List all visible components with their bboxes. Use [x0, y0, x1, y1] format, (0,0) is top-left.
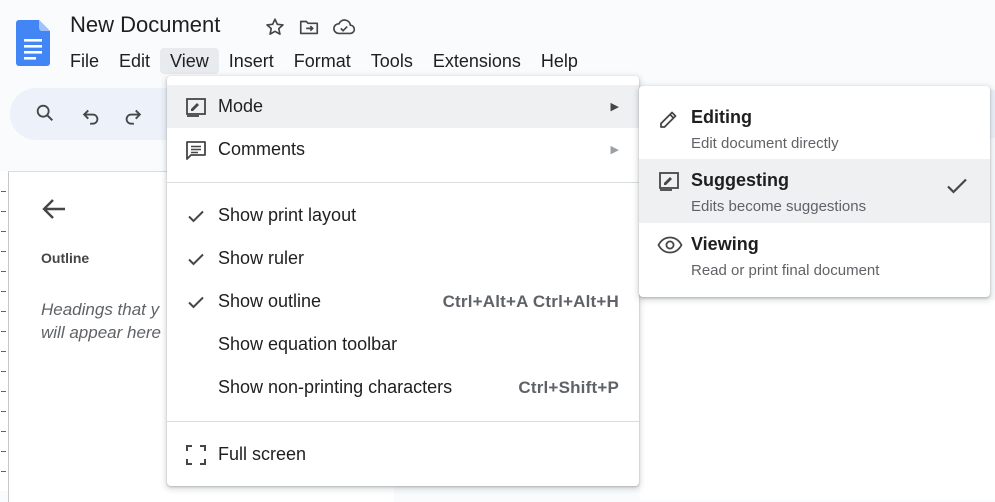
outline-hint: Headings that y will appear here: [41, 300, 162, 342]
outline-heading: Outline: [41, 250, 90, 266]
move-to-folder-icon[interactable]: [298, 16, 320, 38]
menu-extensions[interactable]: Extensions: [423, 48, 531, 74]
menu-divider: [167, 182, 639, 183]
docs-logo-icon[interactable]: [16, 20, 50, 66]
menu-item-mode[interactable]: Mode ▶: [167, 85, 639, 128]
back-arrow-icon[interactable]: [40, 196, 68, 222]
submenu-arrow-icon: ▶: [610, 101, 619, 113]
menu-item-show-outline[interactable]: Show outline Ctrl+Alt+A Ctrl+Alt+H: [167, 280, 639, 323]
mode-option-suggesting[interactable]: Suggesting Edits become suggestions: [639, 159, 990, 223]
pencil-icon: [657, 107, 681, 131]
comments-icon: [184, 138, 208, 162]
view-menu: Mode ▶ Comments ▶ Show print layout Show…: [167, 76, 639, 486]
cloud-saved-icon[interactable]: [332, 16, 356, 38]
document-page[interactable]: [640, 300, 995, 500]
menu-item-show-non-printing[interactable]: Show non-printing characters Ctrl+Shift+…: [167, 366, 639, 409]
menu-item-show-print-layout[interactable]: Show print layout: [167, 194, 639, 237]
menu-file[interactable]: File: [60, 48, 109, 74]
menu-item-show-ruler[interactable]: Show ruler: [167, 237, 639, 280]
mode-option-viewing[interactable]: Viewing Read or print final document: [639, 223, 990, 287]
menu-view[interactable]: View: [160, 48, 219, 74]
menu-format[interactable]: Format: [284, 48, 361, 74]
menu-tools[interactable]: Tools: [361, 48, 423, 74]
title-icons: [264, 16, 356, 38]
menu-help[interactable]: Help: [531, 48, 588, 74]
menu-divider: [167, 421, 639, 422]
eye-icon: [657, 233, 683, 257]
shortcut-hint: Ctrl+Shift+P: [518, 377, 619, 397]
suggest-edits-icon: [657, 169, 681, 193]
submenu-arrow-icon: ▶: [610, 144, 619, 156]
document-title[interactable]: New Document: [70, 12, 220, 38]
menu-item-comments[interactable]: Comments ▶: [167, 128, 639, 171]
undo-icon[interactable]: [80, 104, 102, 126]
menu-item-full-screen[interactable]: Full screen: [167, 433, 639, 476]
mode-icon: [184, 95, 208, 119]
mode-option-editing[interactable]: Editing Edit document directly: [639, 95, 990, 159]
star-icon[interactable]: [264, 16, 286, 38]
search-icon[interactable]: [34, 102, 56, 124]
menu-item-show-equation-toolbar[interactable]: Show equation toolbar: [167, 323, 639, 366]
shortcut-hint: Ctrl+Alt+A Ctrl+Alt+H: [442, 291, 619, 311]
menu-insert[interactable]: Insert: [219, 48, 284, 74]
menu-bar: File Edit View Insert Format Tools Exten…: [60, 48, 588, 74]
checkmark-icon: [184, 247, 208, 271]
fullscreen-icon: [184, 443, 208, 467]
checkmark-icon: [184, 290, 208, 314]
redo-icon[interactable]: [122, 104, 144, 126]
menu-edit[interactable]: Edit: [109, 48, 160, 74]
checkmark-icon: [184, 204, 208, 228]
checkmark-icon: [944, 174, 970, 198]
mode-submenu: Editing Edit document directly Suggestin…: [639, 86, 990, 297]
